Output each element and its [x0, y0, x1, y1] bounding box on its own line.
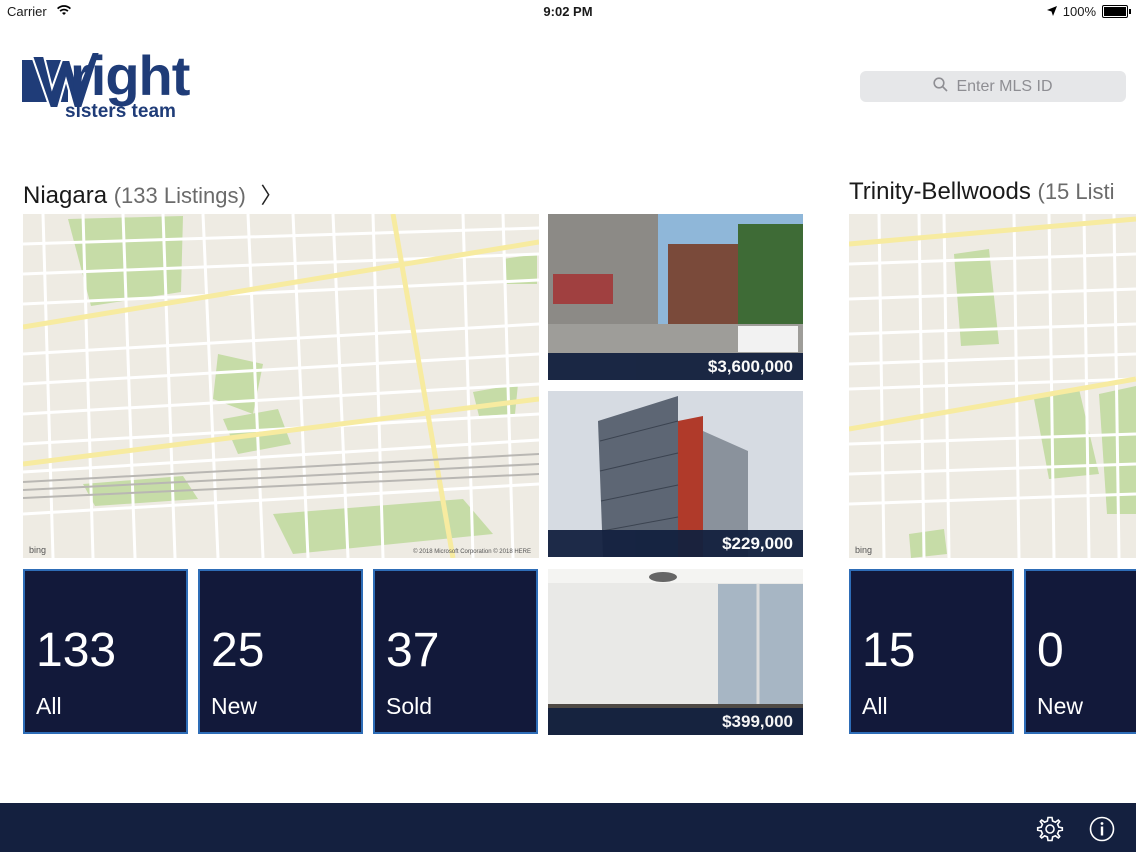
neighbourhood-name: Trinity-Bellwoods: [849, 178, 1031, 205]
stat-label: New: [1037, 693, 1084, 719]
map-trinity-bellwoods[interactable]: bing: [849, 214, 1136, 558]
clock: 9:02 PM: [543, 4, 593, 19]
map-niagara[interactable]: bing © 2018 Microsoft Corporation © 2018…: [23, 214, 539, 558]
battery-icon: [1102, 5, 1131, 18]
stat-label: All: [36, 693, 62, 719]
map-streets: [849, 214, 1136, 558]
stat-tile-sold[interactable]: 37 Sold: [373, 569, 538, 734]
brand-logo: right sisters team: [22, 46, 217, 126]
stat-value: 25: [211, 624, 265, 677]
status-bar: Carrier 9:02 PM 100%: [0, 0, 1136, 24]
stat-value: 37: [386, 624, 440, 677]
stat-label: Sold: [386, 693, 433, 719]
stat-value: 15: [862, 624, 916, 677]
listing-price: $3,600,000: [548, 353, 803, 380]
info-icon[interactable]: [1088, 815, 1116, 843]
stat-tile-new[interactable]: 25 New: [198, 569, 363, 734]
gear-icon[interactable]: [1036, 815, 1064, 843]
stat-tile-all[interactable]: 15 All: [849, 569, 1014, 734]
bing-attribution: bing: [855, 545, 873, 555]
section-header-niagara[interactable]: Niagara (133 Listings) 〉: [23, 178, 282, 210]
listing-card-3[interactable]: $399,000: [548, 569, 803, 735]
bing-attribution: bing: [29, 545, 47, 555]
map-streets: [23, 214, 539, 558]
listing-price: $229,000: [548, 530, 803, 557]
stat-tile-all[interactable]: 133 All: [23, 569, 188, 734]
listing-count: (15 Listi: [1037, 179, 1115, 204]
battery-percent: 100%: [1062, 4, 1096, 19]
section-header-trinity-bellwoods[interactable]: Trinity-Bellwoods (15 Listi: [849, 178, 1115, 206]
listing-price: $399,000: [548, 708, 803, 735]
stat-label: All: [862, 693, 888, 719]
bottom-toolbar: [0, 803, 1136, 852]
listing-count: (133 Listings): [113, 183, 246, 208]
neighbourhood-name: Niagara: [23, 182, 108, 209]
stat-value: 133: [36, 624, 117, 677]
search-placeholder: Enter MLS ID: [956, 77, 1053, 95]
listing-card-1[interactable]: $3,600,000: [548, 214, 803, 380]
search-icon: [933, 76, 949, 97]
mls-search-field[interactable]: Enter MLS ID: [860, 71, 1126, 102]
logo-word: right: [70, 44, 190, 107]
stat-label: New: [211, 693, 258, 719]
stat-tile-new[interactable]: 0 New: [1024, 569, 1136, 734]
map-copyright: © 2018 Microsoft Corporation © 2018 HERE: [413, 549, 531, 555]
logo-subtitle: sisters team: [65, 101, 176, 122]
chevron-right-icon: 〉: [260, 183, 283, 208]
stat-value: 0: [1037, 624, 1064, 677]
location-arrow-icon: [1046, 4, 1057, 19]
listing-card-2[interactable]: $229,000: [548, 391, 803, 557]
